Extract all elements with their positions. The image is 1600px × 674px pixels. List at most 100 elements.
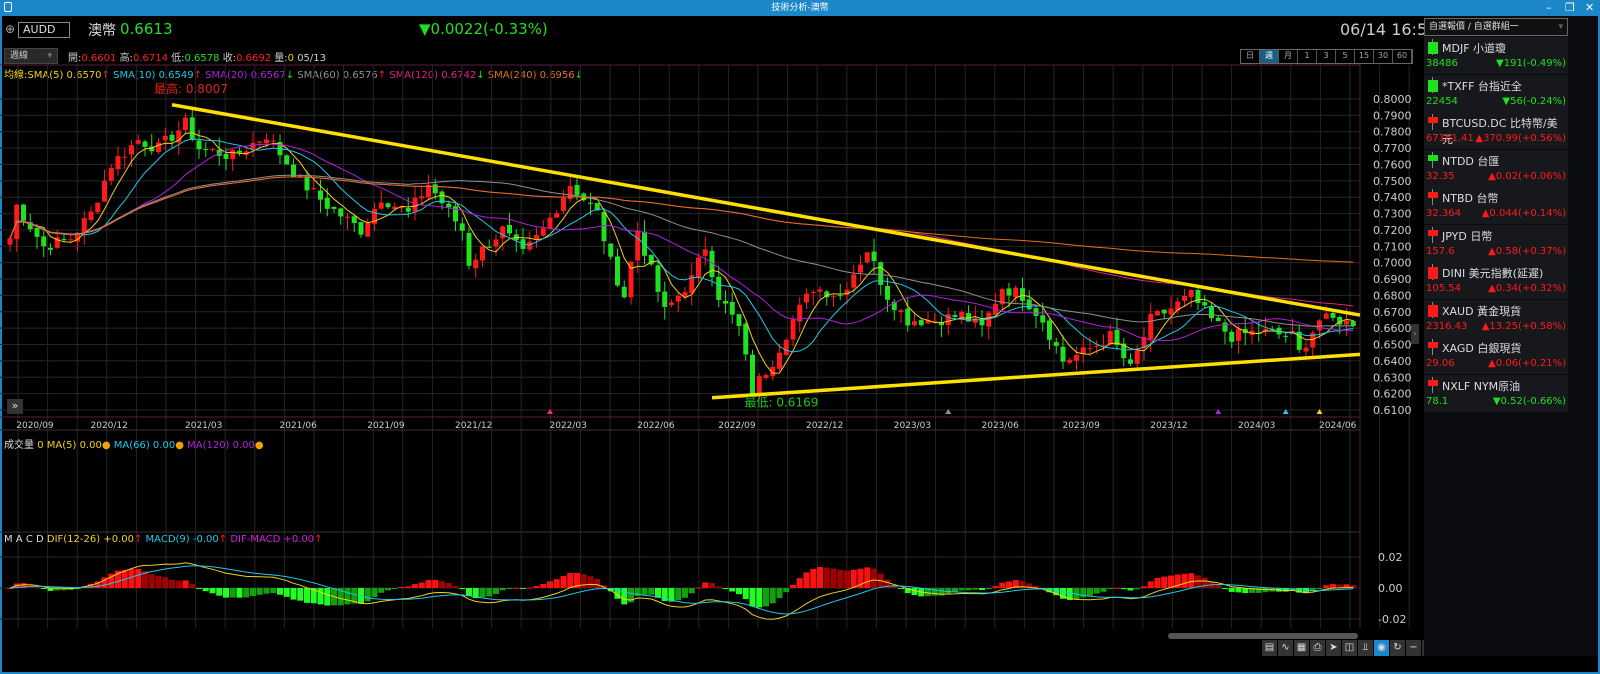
lock-icon[interactable] [4, 2, 12, 12]
date-tick-label: 2023/12 [1150, 421, 1187, 431]
candle-body [122, 156, 128, 158]
macd-histogram-bar [695, 587, 702, 589]
date-tick-label: 2021/09 [367, 421, 405, 431]
watchlist-item[interactable]: DINI 美元指數(延遲) 105.54 ▲0.34(+0.32%) [1424, 262, 1568, 299]
collapse-panel-handle[interactable]: › [1411, 324, 1419, 344]
refresh-icon[interactable]: ↻ [1390, 640, 1405, 656]
candle-body [1067, 359, 1073, 363]
add-icon[interactable]: ⊕ [5, 22, 15, 36]
watchlist-change: ▲370.99(+0.56%) [1475, 133, 1566, 144]
candle-body [493, 239, 499, 247]
macd-histogram-bar [405, 586, 412, 588]
restore-button[interactable]: ❐ [1565, 0, 1575, 16]
price-tick-label: 0.6800 [1373, 289, 1412, 302]
watchlist-item[interactable]: JPYD 日幣 157.6 ▲0.58(+0.37%) [1424, 224, 1568, 262]
watchlist-item[interactable]: BTCUSD.DC 比特幣/美元 67161.41 ▲370.99(+0.56%) [1424, 112, 1568, 149]
watchlist-item[interactable]: *TXFF 台指近全 22454 ▼56(-0.24%) [1424, 74, 1568, 112]
layout-icon[interactable]: ◫ [1342, 640, 1357, 656]
watchlist-group-select[interactable]: 自選報價 / 自選群組一 ▾ [1424, 18, 1568, 36]
candle-body [311, 188, 317, 190]
high-label: 最高: 0.8007 [154, 81, 228, 96]
macd-histogram-bar [175, 580, 182, 588]
candle-body [608, 243, 614, 257]
expand-button[interactable]: » [7, 399, 23, 414]
macd-histogram-bar [722, 588, 729, 589]
candle-body [95, 202, 101, 213]
macd-histogram-bar [209, 588, 216, 594]
macd-histogram-bar [155, 576, 162, 588]
macd-tick-label: 0.02 [1378, 551, 1403, 564]
macd-histogram-bar [1228, 588, 1235, 592]
candle-body [48, 247, 53, 250]
macd-histogram-bar [1330, 584, 1336, 588]
macd-histogram-bar [823, 567, 830, 588]
chart-svg[interactable]: 0.8000 0.7900 0.7800 0.7700 0.7600 0.7500 0.74… [0, 62, 1424, 640]
date-tick-label: 2021/03 [185, 421, 222, 431]
sma-line [9, 174, 1354, 327]
candle-body [500, 226, 506, 239]
cursor-icon[interactable]: ➤ [1326, 640, 1341, 656]
candle-body [419, 196, 425, 199]
watchlist-name: XAGD 白銀現貨 [1442, 342, 1522, 355]
eye-icon[interactable]: ◉ [1374, 640, 1389, 656]
candle-body [1323, 313, 1329, 319]
watchlist-item[interactable]: NTDD 台匯 32.35 ▲0.02(+0.06%) [1424, 149, 1568, 187]
macd-histogram-bar [439, 581, 445, 588]
macd-histogram-bar [385, 588, 391, 591]
close-button[interactable]: ✕ [1585, 0, 1594, 16]
macd-histogram-bar [135, 568, 142, 588]
macd-histogram-bar [1147, 581, 1154, 588]
watchlist-item[interactable]: NXLF NYM原油 78.1 ▼0.52(-0.66%) [1424, 374, 1568, 412]
print-icon[interactable]: ⎙ [1310, 640, 1325, 656]
candle-body [1047, 320, 1052, 340]
price-tick-label: 0.6200 [1373, 388, 1412, 401]
watchlist-name: XAUD 黃金現貨 [1442, 304, 1522, 318]
macd-histogram-bar [317, 588, 324, 605]
watchlist-item[interactable]: NTBD 台幣 32.364 ▲0.044(+0.14%) [1424, 187, 1568, 224]
macd-histogram-bar [1215, 584, 1222, 588]
macd-histogram-bar [283, 588, 290, 597]
minimize-button[interactable]: – [1546, 0, 1552, 16]
price-tick-label: 0.6400 [1373, 355, 1412, 368]
watchlist-item[interactable]: MDJF 小道瓊 38486 ▼191(-0.49%) [1424, 37, 1568, 74]
watchlist-item[interactable]: XAUD 黃金現貨 2316.43 ▲13.25(+0.58%) [1424, 299, 1568, 337]
macd-histogram-bar [1161, 576, 1168, 588]
macd-histogram-bar [749, 588, 756, 607]
macd-histogram-bar [520, 588, 526, 589]
zoom-data-icon[interactable]: ▦ [1294, 640, 1309, 656]
watchlist-scroll-area[interactable] [1568, 16, 1598, 656]
horizontal-scrollbar[interactable] [1168, 633, 1358, 639]
candles [7, 109, 1356, 398]
candle-body [750, 354, 755, 394]
macd-histogram-bar [243, 588, 250, 598]
macd-histogram-bar [466, 588, 472, 596]
candle-body [1195, 290, 1201, 304]
price-tick-label: 0.8000 [1373, 93, 1412, 106]
price-tick-label: 0.7900 [1373, 109, 1412, 122]
candle-body [142, 141, 148, 147]
indicator-icon[interactable]: ⫫ [1358, 640, 1373, 656]
symbol-input[interactable]: AUDD [18, 22, 70, 38]
macd-histogram-bar [1168, 575, 1174, 588]
candle-body [1080, 347, 1086, 354]
macd-histogram-bar [769, 588, 776, 604]
watchlist-price: 78.1 [1426, 395, 1449, 407]
macd-histogram-bar [985, 588, 992, 589]
candle-body [102, 180, 107, 202]
macd-histogram-bar [1316, 588, 1323, 589]
zoom-out-icon[interactable]: − [1406, 640, 1421, 656]
candle-body [1222, 322, 1228, 332]
watchlist-item[interactable]: XAGD 白銀現貨 29.06 ▲0.06(+0.21%) [1424, 337, 1568, 374]
candle-body [1013, 287, 1019, 298]
dot-icon: ● [175, 440, 184, 451]
watchlist-price: 32.364 [1426, 208, 1461, 219]
document-icon[interactable]: ▤ [1262, 640, 1277, 656]
candle-body [1182, 296, 1187, 301]
candle-body [804, 293, 809, 303]
macd-histogram-bar [756, 588, 763, 608]
draw-line-icon[interactable]: ∿ [1278, 640, 1293, 656]
candle-body [1134, 350, 1140, 364]
watchlist-change: ▲0.58(+0.37%) [1488, 245, 1566, 257]
candle-body [1020, 288, 1025, 301]
macd-histogram-bar [1181, 573, 1188, 588]
